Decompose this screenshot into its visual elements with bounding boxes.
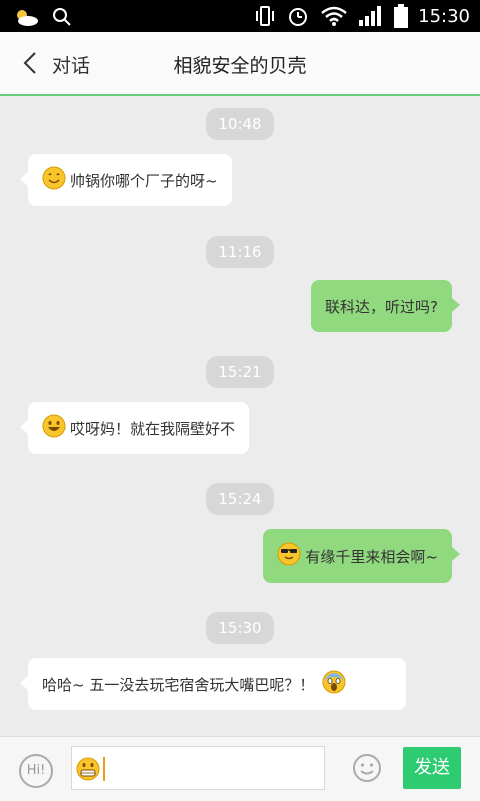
smile-emoji-icon (42, 166, 66, 190)
message-text: 联科达，听过吗? (325, 297, 438, 316)
weather-partly-cloudy-icon (17, 10, 38, 26)
search-icon (53, 8, 71, 26)
chat-area[interactable]: 10:48 帅锅你哪个厂子的呀~ 11:16 联科达，听过吗? 15:21 哎呀… (0, 96, 480, 736)
message-text: 哈哈~ 五一没去玩宅宿舍玩大嘴巴呢？！ (42, 675, 315, 694)
signal-icon (359, 6, 382, 26)
message-text: 有缘千里来相会啊~ (305, 547, 438, 566)
status-bar: 15:30 (0, 0, 480, 32)
wifi-icon (321, 6, 347, 26)
time-badge: 15:24 (206, 483, 274, 515)
input-bar: Hi! 发送 (0, 736, 480, 801)
message-input[interactable] (71, 746, 325, 790)
app-bar: 对话 相貌安全的贝壳 (0, 32, 480, 96)
message-bubble-outgoing[interactable]: 有缘千里来相会啊~ (263, 529, 460, 583)
time-badge: 10:48 (206, 108, 274, 140)
message-bubble-incoming[interactable]: 哎呀妈！就在我隔壁好不 (19, 402, 250, 454)
message-text: 帅锅你哪个厂子的呀~ (70, 171, 218, 190)
message-bubble-incoming[interactable]: 哈哈~ 五一没去玩宅宿舍玩大嘴巴呢？！ (20, 658, 406, 710)
time-badge: 15:30 (206, 612, 274, 644)
send-button[interactable]: 发送 (403, 747, 461, 789)
battery-icon (394, 4, 409, 28)
scream-emoji-icon (322, 670, 346, 694)
message-text: 哎呀妈！就在我隔壁好不 (70, 419, 236, 438)
status-time: 15:30 (418, 5, 470, 27)
text-cursor (103, 757, 105, 781)
hi-button[interactable]: Hi! (19, 754, 53, 788)
grin-emoji-icon (42, 414, 66, 438)
cool-sunglasses-emoji-icon (277, 542, 301, 566)
message-bubble-incoming[interactable]: 帅锅你哪个厂子的呀~ (20, 154, 232, 206)
time-badge: 11:16 (206, 236, 274, 268)
time-badge: 15:21 (206, 356, 274, 388)
emoji-picker-icon[interactable] (352, 753, 382, 783)
alarm-icon (289, 8, 308, 26)
grimace-emoji-icon (76, 757, 100, 781)
vibrate-icon (256, 6, 275, 26)
page-title: 相貌安全的贝壳 (173, 55, 307, 77)
message-bubble-outgoing[interactable]: 联科达，听过吗? (311, 280, 460, 332)
